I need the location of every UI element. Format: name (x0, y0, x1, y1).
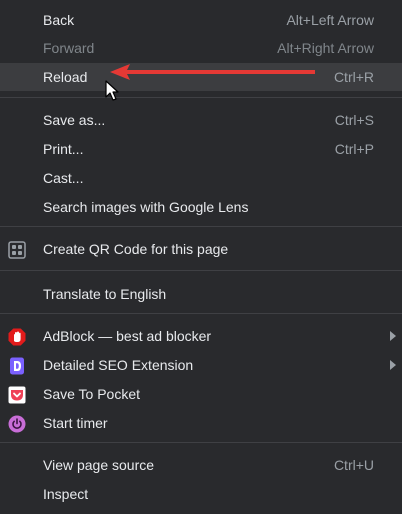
menu-item-label: Reload (43, 69, 88, 85)
menu-separator (0, 270, 402, 271)
menu-item-label: Print... (43, 141, 84, 157)
menu-item-view-page-source[interactable]: View page source Ctrl+U (0, 451, 402, 479)
menu-item-label: Cast... (43, 170, 84, 186)
menu-item-start-timer[interactable]: Start timer (0, 409, 402, 437)
menu-item-shortcut: Alt+Right Arrow (277, 40, 374, 56)
menu-item-adblock[interactable]: AdBlock — best ad blocker (0, 322, 402, 350)
menu-item-print[interactable]: Print... Ctrl+P (0, 135, 402, 163)
menu-item-back[interactable]: Back Alt+Left Arrow (0, 6, 402, 34)
menu-item-label: Inspect (43, 486, 89, 502)
menu-item-save-as[interactable]: Save as... Ctrl+S (0, 106, 402, 134)
menu-item-shortcut: Ctrl+R (333, 69, 374, 85)
timer-power-icon (8, 414, 26, 433)
menu-item-detailed-seo[interactable]: Detailed SEO Extension (0, 351, 402, 379)
mouse-cursor-icon (105, 80, 119, 101)
annotation-arrow-icon (110, 64, 315, 80)
menu-item-create-qr-code[interactable]: Create QR Code for this page (0, 235, 402, 263)
menu-item-label: Forward (43, 40, 95, 56)
menu-item-label: Start timer (43, 415, 108, 431)
menu-item-translate[interactable]: Translate to English (0, 280, 402, 308)
menu-item-shortcut: Alt+Left Arrow (286, 12, 374, 28)
qr-code-icon (8, 240, 26, 259)
adblock-hand-icon (8, 327, 26, 346)
menu-item-label: Back (43, 12, 75, 28)
context-menu: Back Alt+Left Arrow Forward Alt+Right Ar… (0, 0, 402, 514)
menu-item-shortcut: Ctrl+U (333, 457, 374, 473)
menu-item-inspect[interactable]: Inspect (0, 480, 402, 508)
menu-item-save-to-pocket[interactable]: Save To Pocket (0, 380, 402, 408)
menu-item-label: Translate to English (43, 286, 167, 302)
menu-item-label: View page source (43, 457, 155, 473)
submenu-arrow-icon (390, 331, 396, 341)
menu-separator (0, 313, 402, 314)
menu-item-label: Detailed SEO Extension (43, 357, 194, 373)
menu-item-label: Search images with Google Lens (43, 199, 249, 215)
pocket-icon (8, 385, 26, 404)
menu-item-forward: Forward Alt+Right Arrow (0, 34, 402, 62)
menu-item-cast[interactable]: Cast... (0, 164, 402, 192)
detailed-seo-icon (8, 356, 26, 375)
menu-item-google-lens[interactable]: Search images with Google Lens (0, 193, 402, 221)
menu-separator (0, 442, 402, 443)
menu-item-label: AdBlock — best ad blocker (43, 328, 212, 344)
menu-separator (0, 97, 402, 98)
menu-item-label: Save To Pocket (43, 386, 141, 402)
submenu-arrow-icon (390, 360, 396, 370)
menu-separator (0, 226, 402, 227)
menu-item-shortcut: Ctrl+S (334, 112, 374, 128)
menu-item-label: Save as... (43, 112, 106, 128)
menu-item-shortcut: Ctrl+P (334, 141, 374, 157)
menu-item-label: Create QR Code for this page (43, 241, 229, 257)
